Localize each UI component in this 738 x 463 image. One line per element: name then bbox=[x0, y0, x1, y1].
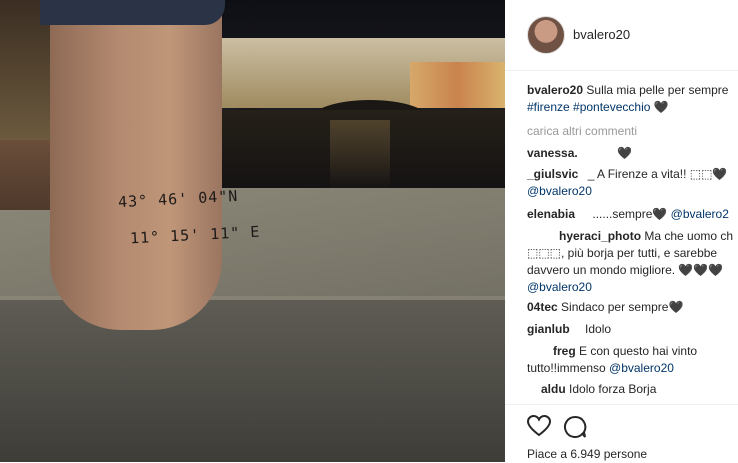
shorts bbox=[40, 0, 225, 25]
comment-icon[interactable] bbox=[563, 415, 587, 444]
comment-heart: 🖤 bbox=[617, 146, 633, 160]
comment-item: hyeraci_photo Ma che uomo ch ⬚⬚⬚, più bo… bbox=[527, 228, 738, 296]
avatar[interactable] bbox=[527, 16, 565, 54]
comment-text-line3: davvero un mondo migliore. 🖤🖤🖤 bbox=[527, 263, 724, 277]
bridge-shops bbox=[410, 62, 505, 108]
heart-icon[interactable] bbox=[526, 414, 552, 442]
comment-item: 04tec Sindaco per sempre🖤 bbox=[527, 299, 738, 316]
comment-username[interactable]: vanessa. bbox=[527, 146, 578, 160]
comment-item: freg E con questo hai vinto tutto!!immen… bbox=[527, 343, 738, 377]
comment-username[interactable]: freg bbox=[553, 344, 576, 358]
post-side-panel: bvalero20 bvalero20 Sulla mia pelle per … bbox=[505, 0, 738, 462]
comment-mention[interactable]: @bvalero20 bbox=[609, 361, 674, 375]
comment-item: gianlub Idolo bbox=[527, 321, 738, 338]
comment-text: Idolo bbox=[585, 322, 612, 336]
comment-text: Ma che uomo ch bbox=[644, 229, 734, 243]
comment-username[interactable]: gianlub bbox=[527, 322, 570, 336]
comment-mention[interactable]: @bvalero2 bbox=[671, 207, 729, 221]
comment-item: elenabia ......sempre🖤 @bvalero2 bbox=[527, 206, 738, 223]
comment-item: aldu Idolo forza Borja bbox=[527, 381, 738, 398]
comment-text: E con questo hai vinto bbox=[579, 344, 698, 358]
comment-mention[interactable]: @bvalero20 bbox=[527, 280, 592, 294]
likes-count[interactable]: Piace a 6.949 persone bbox=[527, 447, 647, 461]
comment-text: _ A Firenze a vita!! ⬚⬚🖤 bbox=[587, 167, 728, 181]
comment-username[interactable]: 04tec bbox=[527, 300, 558, 314]
comment-text-line2: ⬚⬚⬚, più borja per tutti, e sarebbe bbox=[527, 246, 718, 260]
caption-tags[interactable]: #firenze #pontevecchio bbox=[527, 100, 650, 114]
post-header: bvalero20 bbox=[505, 0, 738, 71]
light-reflection bbox=[330, 120, 390, 190]
comment-username[interactable]: aldu bbox=[541, 382, 566, 396]
caption-username[interactable]: bvalero20 bbox=[527, 83, 583, 97]
post-actions: Piace a 6.949 persone bbox=[505, 404, 738, 463]
comment-item: vanessa. 🖤 bbox=[527, 145, 738, 162]
comment-username[interactable]: elenabia bbox=[527, 207, 575, 221]
load-more-comments[interactable]: carica altri commenti bbox=[527, 123, 738, 140]
comment-username[interactable]: _giulsvic bbox=[527, 167, 578, 181]
comment-text-line2: tutto!!immenso bbox=[527, 361, 610, 375]
caption-text: Sulla mia pelle per sempre bbox=[586, 83, 729, 97]
comment-item: _giulsvic _ A Firenze a vita!! ⬚⬚🖤 @bval… bbox=[527, 166, 738, 200]
comment-text: Idolo forza Borja bbox=[569, 382, 657, 396]
post-photo: 43° 46' 04"N 11° 15' 11" E bbox=[0, 0, 505, 462]
comment-username[interactable]: hyeraci_photo bbox=[559, 229, 641, 243]
comment-text: Sindaco per sempre🖤 bbox=[561, 300, 684, 314]
comment-text: ......sempre🖤 bbox=[592, 207, 671, 221]
caption: bvalero20 Sulla mia pelle per sempre #fi… bbox=[527, 82, 738, 116]
comment-mention[interactable]: @bvalero20 bbox=[527, 184, 592, 198]
header-username[interactable]: bvalero20 bbox=[573, 27, 630, 42]
stone-wall-front bbox=[0, 300, 505, 462]
leg bbox=[50, 0, 222, 330]
caption-heart: 🖤 bbox=[653, 100, 669, 114]
